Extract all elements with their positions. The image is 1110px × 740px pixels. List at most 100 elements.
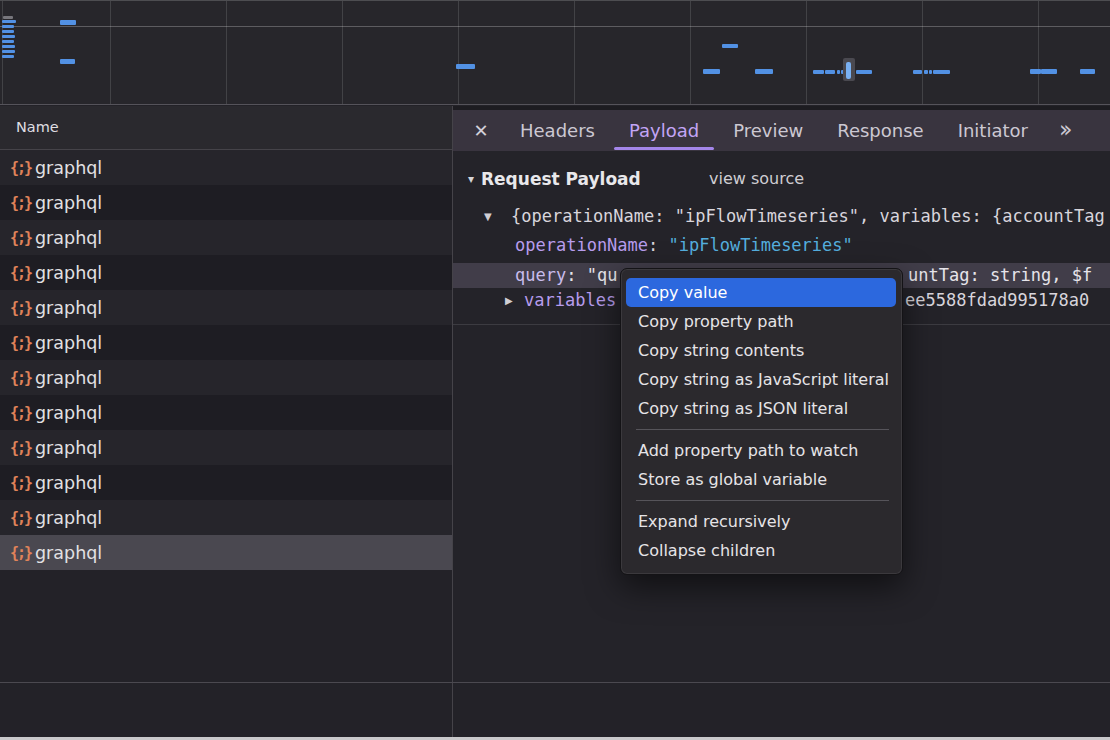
request-timing-bar — [1041, 69, 1057, 74]
json-braces-icon: {;} — [10, 299, 31, 317]
requests-list: {;}graphql{;}graphql{;}graphql{;}graphql… — [0, 150, 452, 570]
tab-headers[interactable]: Headers — [503, 110, 612, 151]
details-tabbar: ✕ HeadersPayloadPreviewResponseInitiator… — [453, 110, 1110, 151]
request-payload-section: ▾ Request Payload view source — [453, 164, 1110, 194]
menu-item-collapse-children[interactable]: Collapse children — [621, 536, 902, 565]
request-name: graphql — [35, 473, 102, 493]
menu-item-add-property-path-to-watch[interactable]: Add property path to watch — [621, 436, 902, 465]
view-source-link[interactable]: view source — [709, 164, 804, 194]
menu-separator — [636, 500, 889, 501]
timeline-gridline — [574, 1, 575, 104]
variables-row-clipped-text: ee5588fdad995178a0 — [905, 288, 1089, 313]
menu-item-copy-string-contents[interactable]: Copy string contents — [621, 336, 902, 365]
json-braces-icon: {;} — [10, 369, 31, 387]
timeline-gridline — [458, 1, 459, 104]
request-timing-bar — [1080, 69, 1095, 74]
request-timing-bar — [2, 25, 14, 28]
request-timing-bar — [456, 64, 475, 69]
request-timing-bar — [1030, 69, 1041, 74]
request-timing-bar — [813, 70, 824, 75]
request-row[interactable]: {;}graphql — [0, 360, 452, 395]
tab-preview[interactable]: Preview — [716, 110, 820, 151]
json-braces-icon: {;} — [10, 509, 31, 527]
name-column-label: Name — [16, 106, 59, 149]
request-timing-bar — [924, 70, 928, 75]
request-row[interactable]: {;}graphql — [0, 430, 452, 465]
menu-item-copy-string-as-json-literal[interactable]: Copy string as JSON literal — [621, 394, 902, 423]
request-row[interactable]: {;}graphql — [0, 255, 452, 290]
request-timing-bar — [837, 70, 840, 75]
request-row[interactable]: {;}graphql — [0, 220, 452, 255]
tab-initiator[interactable]: Initiator — [941, 110, 1045, 151]
json-braces-icon: {;} — [10, 544, 31, 562]
timeline-gridline — [1038, 1, 1039, 104]
request-row[interactable]: {;}graphql — [0, 325, 452, 360]
more-tabs-icon[interactable]: ›› — [1059, 116, 1067, 146]
request-timing-bar — [60, 59, 75, 64]
request-timing-bar — [2, 20, 16, 23]
request-timing-bar — [2, 45, 15, 48]
tab-payload[interactable]: Payload — [612, 110, 716, 151]
close-icon[interactable]: ✕ — [470, 120, 492, 141]
timeline-gridline — [342, 1, 343, 104]
tabs-container: HeadersPayloadPreviewResponseInitiator — [503, 110, 1045, 151]
menu-item-copy-value[interactable]: Copy value — [626, 278, 896, 307]
timeline-gray-bar — [3, 16, 13, 19]
payload-summary-row[interactable]: {operationName: "ipFlowTimeseries", vari… — [453, 204, 1110, 229]
object-expand-caret-icon[interactable]: ▼ — [484, 204, 492, 229]
request-timing-bar — [913, 70, 922, 75]
request-timing-bar — [929, 70, 932, 75]
request-name: graphql — [35, 333, 102, 353]
request-name: graphql — [35, 228, 102, 248]
context-menu: Copy valueCopy property pathCopy string … — [620, 268, 903, 575]
menu-separator — [636, 429, 889, 430]
section-title: Request Payload — [481, 164, 641, 194]
request-timing-bar — [2, 35, 15, 38]
request-row[interactable]: {;}graphql — [0, 465, 452, 500]
request-name: graphql — [35, 403, 102, 423]
request-name: graphql — [35, 508, 102, 528]
menu-item-expand-recursively[interactable]: Expand recursively — [621, 507, 902, 536]
request-timing-bar — [933, 70, 950, 75]
variables-expand-caret-icon[interactable]: ▶ — [505, 288, 513, 313]
request-name: graphql — [35, 543, 102, 563]
operation-name-row[interactable]: operationName: "ipFlowTimeseries" — [453, 233, 1110, 258]
request-row[interactable]: {;}graphql — [0, 290, 452, 325]
json-braces-icon: {;} — [10, 159, 31, 177]
request-row[interactable]: {;}graphql — [0, 185, 452, 220]
json-braces-icon: {;} — [10, 264, 31, 282]
request-row[interactable]: {;}graphql — [0, 500, 452, 535]
menu-item-copy-string-as-javascript-literal[interactable]: Copy string as JavaScript literal — [621, 365, 902, 394]
name-column-header[interactable]: Name — [0, 106, 452, 150]
request-row[interactable]: {;}graphql — [0, 535, 452, 570]
request-name: graphql — [35, 438, 102, 458]
footer-divider — [0, 682, 1110, 683]
timeline-gridline — [226, 1, 227, 104]
json-braces-icon: {;} — [10, 194, 31, 212]
query-row-clipped-text: untTag: string, $f — [908, 263, 1092, 288]
request-name: graphql — [35, 263, 102, 283]
json-braces-icon: {;} — [10, 439, 31, 457]
json-braces-icon: {;} — [10, 334, 31, 352]
menu-item-store-as-global-variable[interactable]: Store as global variable — [621, 465, 902, 494]
request-timing-bar — [2, 40, 14, 43]
network-overview-timeline[interactable] — [0, 0, 1110, 105]
tab-response[interactable]: Response — [820, 110, 940, 151]
request-row[interactable]: {;}graphql — [0, 150, 452, 185]
request-timing-bar — [2, 30, 14, 33]
request-timing-bar — [856, 70, 872, 75]
request-timing-bar — [2, 50, 15, 53]
request-name: graphql — [35, 193, 102, 213]
request-name: graphql — [35, 368, 102, 388]
request-timing-bar — [2, 55, 14, 58]
section-collapse-caret-icon[interactable]: ▾ — [468, 164, 474, 194]
selected-request-bar — [846, 62, 851, 80]
request-row[interactable]: {;}graphql — [0, 395, 452, 430]
timeline-gridline — [922, 1, 923, 104]
timeline-gridline — [806, 1, 807, 104]
json-braces-icon: {;} — [10, 404, 31, 422]
menu-item-copy-property-path[interactable]: Copy property path — [621, 307, 902, 336]
request-timing-bar — [722, 44, 738, 49]
request-timing-bar — [755, 69, 773, 74]
json-braces-icon: {;} — [10, 229, 31, 247]
